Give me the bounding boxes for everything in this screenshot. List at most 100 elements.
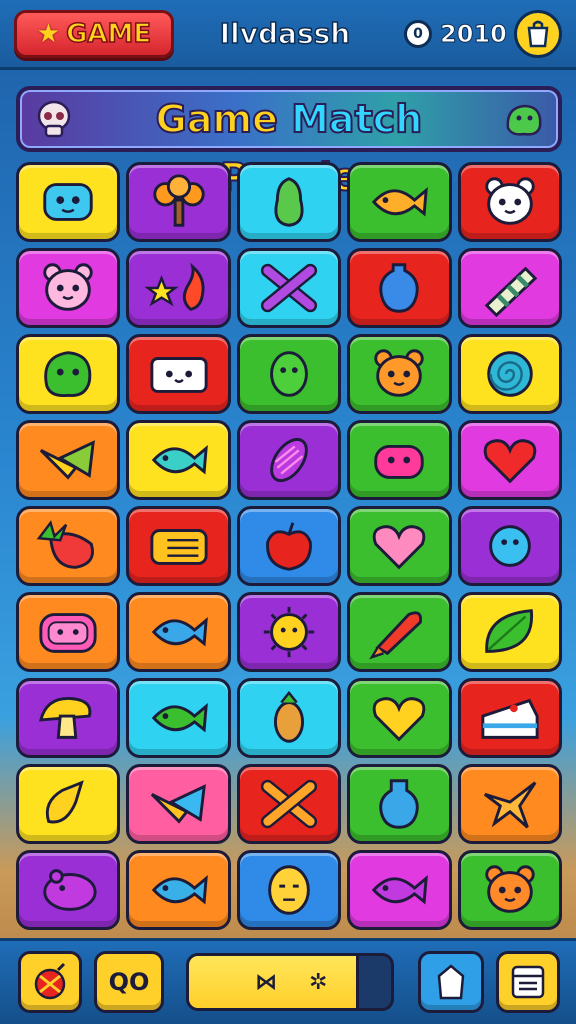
coin-counter: 0 2010 <box>404 18 507 50</box>
board-tile[interactable] <box>236 764 342 844</box>
board-tile[interactable] <box>126 334 231 414</box>
level-progress-bar: ⋈ ✲ <box>186 953 394 1011</box>
pink-crab-icon <box>374 444 425 479</box>
board-tile[interactable] <box>126 592 231 672</box>
board-tile[interactable] <box>16 334 121 414</box>
board-tile[interactable] <box>16 592 121 672</box>
board-tile[interactable] <box>347 420 452 500</box>
orange-pinecone-icon <box>273 690 304 743</box>
yellow-bird-icon <box>40 440 96 480</box>
board-tile[interactable] <box>457 850 562 930</box>
coin-icon: 0 <box>404 20 432 48</box>
board-tile[interactable] <box>457 506 562 586</box>
board-tile[interactable] <box>236 592 342 672</box>
board-tile[interactable] <box>236 162 342 242</box>
red-apple-icon <box>266 522 312 571</box>
banner-word-2: Match <box>290 96 423 142</box>
bomb-icon <box>34 962 66 1000</box>
blue-pufferfish-icon <box>488 525 531 567</box>
board-tile[interactable] <box>16 678 121 758</box>
board-tile[interactable] <box>457 764 562 844</box>
red-rocket-icon <box>369 611 423 660</box>
board-tile[interactable] <box>126 420 231 500</box>
board-tile[interactable] <box>347 248 452 328</box>
coin-value: 2010 <box>440 20 508 49</box>
board-tile[interactable] <box>126 764 231 844</box>
board-tile[interactable] <box>457 248 562 328</box>
board-tile[interactable] <box>347 162 452 242</box>
board-tile[interactable] <box>457 420 562 500</box>
backpack-button[interactable] <box>418 951 484 1013</box>
board-tile[interactable] <box>236 506 342 586</box>
yellow-rocket-icon <box>46 780 85 824</box>
teal-fish-icon <box>151 445 208 475</box>
yellow-mushroom-icon <box>39 697 92 739</box>
star-icon: ★ <box>36 19 61 49</box>
board-tile[interactable] <box>236 420 342 500</box>
yellow-radio-icon <box>150 529 208 565</box>
board-tile[interactable] <box>16 506 121 586</box>
striped-candy-icon <box>484 266 538 318</box>
yellow-mask-face-icon <box>268 865 310 915</box>
board-tile[interactable] <box>16 764 121 844</box>
board-tile[interactable] <box>457 592 562 672</box>
strawberry-icon <box>36 520 95 569</box>
board-tile[interactable] <box>126 248 231 328</box>
green-blob-face-icon <box>44 351 92 398</box>
board-tile[interactable] <box>126 506 231 586</box>
title-banner: Game Match Puzzle <box>16 86 562 200</box>
orange-cat-face-icon <box>374 349 425 397</box>
board-tile[interactable] <box>236 678 342 758</box>
orange-plane-icon <box>483 781 537 829</box>
board-tile[interactable] <box>126 162 231 242</box>
board-tile[interactable] <box>16 162 121 242</box>
board-tile[interactable] <box>347 678 452 758</box>
board-tile[interactable] <box>16 248 121 328</box>
cake-slice-icon <box>481 698 539 739</box>
pink-heart-icon <box>373 525 426 570</box>
board-tile[interactable] <box>16 420 121 500</box>
white-bear-face-icon <box>485 177 535 225</box>
board-tile[interactable] <box>347 592 452 672</box>
sun-face-icon <box>263 606 315 658</box>
menu-button[interactable] <box>496 951 560 1013</box>
green-alien-face-icon <box>270 351 308 397</box>
green-pear-icon <box>274 177 304 227</box>
crossed-bones-icon <box>260 779 318 829</box>
board-tile[interactable] <box>347 764 452 844</box>
board-tile[interactable] <box>236 248 342 328</box>
board-tile[interactable] <box>16 850 121 930</box>
banner-word-1: Game <box>155 96 279 142</box>
banner-title: Game Match Puzzle <box>90 90 488 200</box>
orange-fish-icon <box>372 187 429 217</box>
board-tile[interactable] <box>347 850 452 930</box>
teal-spiral-icon <box>487 351 533 397</box>
blue-fish-icon <box>151 617 208 647</box>
shop-button[interactable] <box>514 10 562 58</box>
top-bar: ★ GAME Ilvdassh 0 2010 <box>0 0 576 70</box>
white-box-face-icon <box>150 357 208 393</box>
board-tile[interactable] <box>457 334 562 414</box>
skull-icon <box>37 100 71 138</box>
bowtie-icon: ⋈ <box>255 969 277 995</box>
board-tile[interactable] <box>457 678 562 758</box>
app-title: Ilvdassh <box>219 16 351 51</box>
board-tile[interactable] <box>236 850 342 930</box>
board-tile[interactable] <box>347 334 452 414</box>
bottom-bar: QO ⋈ ✲ <box>0 938 576 1024</box>
purple-fish-icon <box>372 875 429 905</box>
game-button[interactable]: ★ GAME <box>14 10 174 58</box>
crossed-sticks-icon <box>260 263 318 313</box>
yellow-heart-icon <box>373 697 426 742</box>
board-tile[interactable] <box>236 334 342 414</box>
purple-hippo-icon <box>43 869 97 911</box>
bomb-button[interactable] <box>18 951 82 1013</box>
counter-button[interactable]: QO <box>94 951 164 1013</box>
blue-whale-icon <box>151 875 208 905</box>
bag-icon <box>527 20 549 48</box>
board-tile[interactable] <box>347 506 452 586</box>
green-blob-icon <box>506 104 542 136</box>
board-tile[interactable] <box>457 162 562 242</box>
board-tile[interactable] <box>126 678 231 758</box>
board-tile[interactable] <box>126 850 231 930</box>
